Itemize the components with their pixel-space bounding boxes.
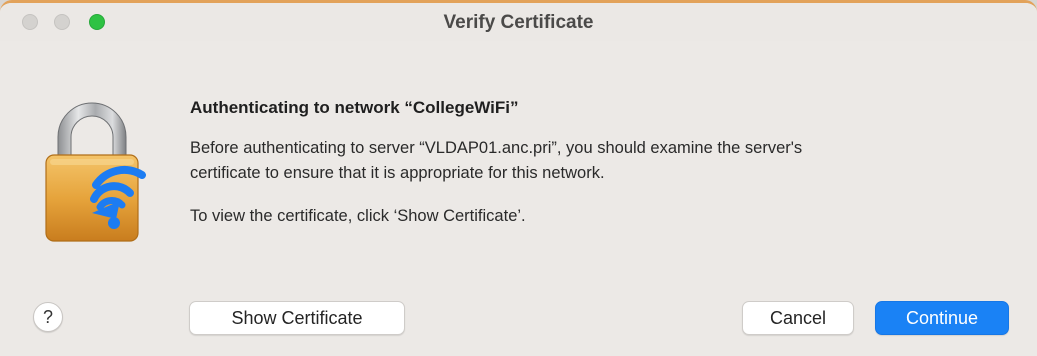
message-line-2: certificate to ensure that it is appropr… xyxy=(190,164,605,182)
message-line-1: Before authenticating to server “VLDAP01… xyxy=(190,139,803,157)
lock-wifi-icon xyxy=(45,102,146,242)
verify-certificate-window: Verify Certificate Authenticating to net… xyxy=(0,0,1037,356)
show-certificate-button[interactable]: Show Certificate xyxy=(189,301,405,335)
dialog-message: Before authenticating to server “VLDAP01… xyxy=(190,136,1010,186)
help-button[interactable]: ? xyxy=(33,302,63,332)
dialog-instruction: To view the certificate, click ‘Show Cer… xyxy=(190,207,526,225)
window-title: Verify Certificate xyxy=(443,12,594,33)
dialog-heading: Authenticating to network “CollegeWiFi” xyxy=(190,98,519,117)
continue-button[interactable]: Continue xyxy=(875,301,1009,335)
dialog-content: Authenticating to network “CollegeWiFi” … xyxy=(0,41,1037,356)
cancel-button[interactable]: Cancel xyxy=(742,301,854,335)
title-bar: Verify Certificate xyxy=(0,3,1037,42)
